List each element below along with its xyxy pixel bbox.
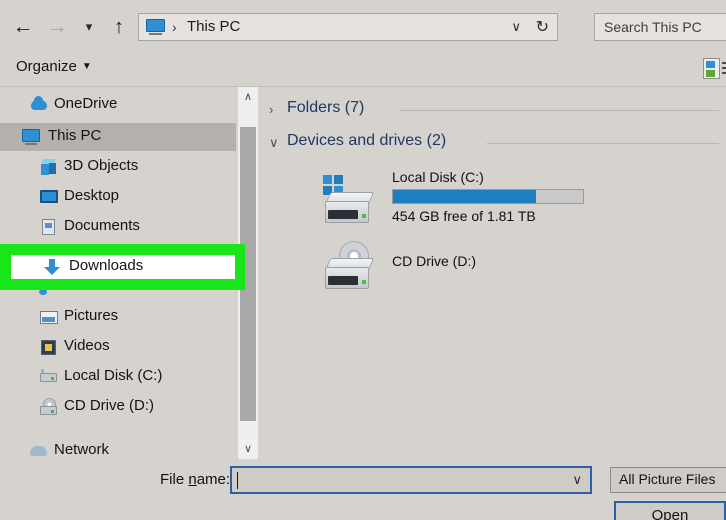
desktop-icon — [40, 188, 58, 206]
sidebar-item-desktop[interactable]: Desktop — [0, 183, 236, 211]
onedrive-cloud-icon — [30, 96, 48, 114]
drive-capacity-text: 454 GB free of 1.81 TB — [392, 208, 536, 224]
scroll-up-icon[interactable]: ∧ — [238, 87, 258, 107]
sidebar-item-label: OneDrive — [54, 95, 118, 112]
sidebar-item-videos[interactable]: Videos — [0, 333, 236, 361]
file-name-label-accelerator: n — [188, 471, 197, 488]
organize-button[interactable]: Organize ▼ — [16, 58, 92, 75]
back-button[interactable]: ← — [10, 14, 36, 40]
sidebar-item-label: Pictures — [64, 307, 119, 324]
search-input[interactable]: Search This PC — [594, 13, 726, 41]
address-dropdown-chevron-icon[interactable]: ∨ — [511, 19, 521, 35]
sidebar-item-label: This PC — [48, 127, 102, 144]
section-title: Devices and drives (2) — [287, 132, 447, 149]
sidebar-item-network[interactable]: Network — [0, 437, 236, 459]
downloads-arrow-icon — [43, 258, 61, 276]
file-type-dropdown[interactable]: All Picture Files — [610, 467, 726, 493]
refresh-icon[interactable]: ↻ — [536, 17, 549, 37]
annotation-highlight-downloads: Downloads — [0, 244, 245, 290]
up-one-level-button[interactable]: ↑ — [106, 14, 132, 40]
sidebar-item-documents[interactable]: Documents — [0, 213, 236, 241]
sidebar-item-label: 3D Objects — [64, 157, 139, 174]
documents-icon — [40, 218, 58, 236]
chevron-down-icon[interactable]: ∨ — [269, 135, 279, 151]
breadcrumb-separator: › — [172, 19, 177, 35]
cd-drive-icon — [40, 398, 58, 416]
sidebar-item-label: Desktop — [64, 187, 120, 204]
drive-item-local-disk-c[interactable]: Local Disk (C:) 454 GB free of 1.81 TB — [259, 167, 679, 229]
scroll-down-icon[interactable]: ∨ — [238, 439, 258, 459]
chevron-down-icon: ▼ — [81, 61, 92, 72]
sidebar-item-label: Videos — [64, 337, 110, 354]
highlight-inner-box[interactable]: Downloads — [11, 255, 235, 279]
local-disk-windows-icon — [321, 175, 377, 225]
3d-objects-cube-icon — [40, 158, 58, 176]
sidebar-item-pictures[interactable]: Pictures — [0, 303, 236, 331]
highlight-target-label: Downloads — [69, 257, 144, 274]
file-list-pane: › Folders (7) ∨ Devices and drives (2) L… — [259, 87, 726, 459]
hard-drive-icon — [40, 368, 58, 386]
address-bar[interactable]: › This PC ∨ ↻ — [138, 13, 558, 41]
file-name-label-pre: File — [160, 471, 189, 488]
open-button[interactable]: Open — [614, 501, 726, 520]
sidebar-item-3d-objects[interactable]: 3D Objects — [0, 153, 236, 181]
section-divider — [487, 143, 719, 144]
file-open-dialog: ← → ▾ ↑ › This PC ∨ ↻ Search This PC Org… — [0, 0, 726, 520]
network-icon — [30, 442, 48, 459]
drive-item-cd-drive-d[interactable]: CD Drive (D:) — [259, 239, 679, 295]
sidebar-item-this-pc[interactable]: This PC — [0, 123, 236, 151]
sidebar-item-label: Network — [54, 441, 110, 458]
chevron-down-icon[interactable]: ∨ — [572, 472, 582, 488]
open-button-label: Open — [651, 507, 689, 520]
disk-usage-meter — [392, 189, 584, 204]
sidebar-item-label: CD Drive (D:) — [64, 397, 154, 414]
sidebar-item-onedrive[interactable]: OneDrive — [0, 91, 236, 119]
sidebar-item-label: Local Disk (C:) — [64, 367, 163, 384]
view-layout-icon[interactable] — [703, 58, 726, 80]
cd-drive-disc-icon — [321, 241, 377, 291]
videos-icon — [40, 338, 58, 356]
section-divider — [399, 110, 719, 111]
section-title: Folders (7) — [287, 99, 365, 116]
organize-label: Organize — [16, 58, 77, 75]
sidebar-item-cd-drive-d[interactable]: CD Drive (D:) — [0, 393, 236, 421]
search-placeholder: Search This PC — [604, 19, 702, 35]
file-name-label: File name: — [160, 471, 230, 488]
pictures-icon — [40, 308, 58, 326]
chevron-right-icon[interactable]: › — [269, 102, 273, 117]
file-name-label-post: ame: — [196, 471, 231, 488]
file-type-label: All Picture Files — [619, 471, 716, 487]
forward-button[interactable]: → — [44, 14, 70, 40]
breadcrumb[interactable]: This PC — [187, 18, 240, 35]
sidebar-item-label: Documents — [64, 217, 140, 234]
this-pc-monitor-icon — [146, 19, 165, 36]
file-name-input[interactable]: ∨ — [230, 466, 592, 494]
drive-name: CD Drive (D:) — [392, 253, 476, 269]
command-toolbar: Organize ▼ — [0, 52, 726, 87]
sidebar-item-local-disk-c[interactable]: Local Disk (C:) — [0, 363, 236, 391]
this-pc-monitor-icon — [22, 128, 40, 146]
drive-name: Local Disk (C:) — [392, 169, 484, 185]
text-caret — [237, 472, 238, 489]
address-toolbar: ← → ▾ ↑ › This PC ∨ ↻ Search This PC — [0, 0, 726, 52]
recent-locations-chevron-icon[interactable]: ▾ — [76, 14, 102, 40]
